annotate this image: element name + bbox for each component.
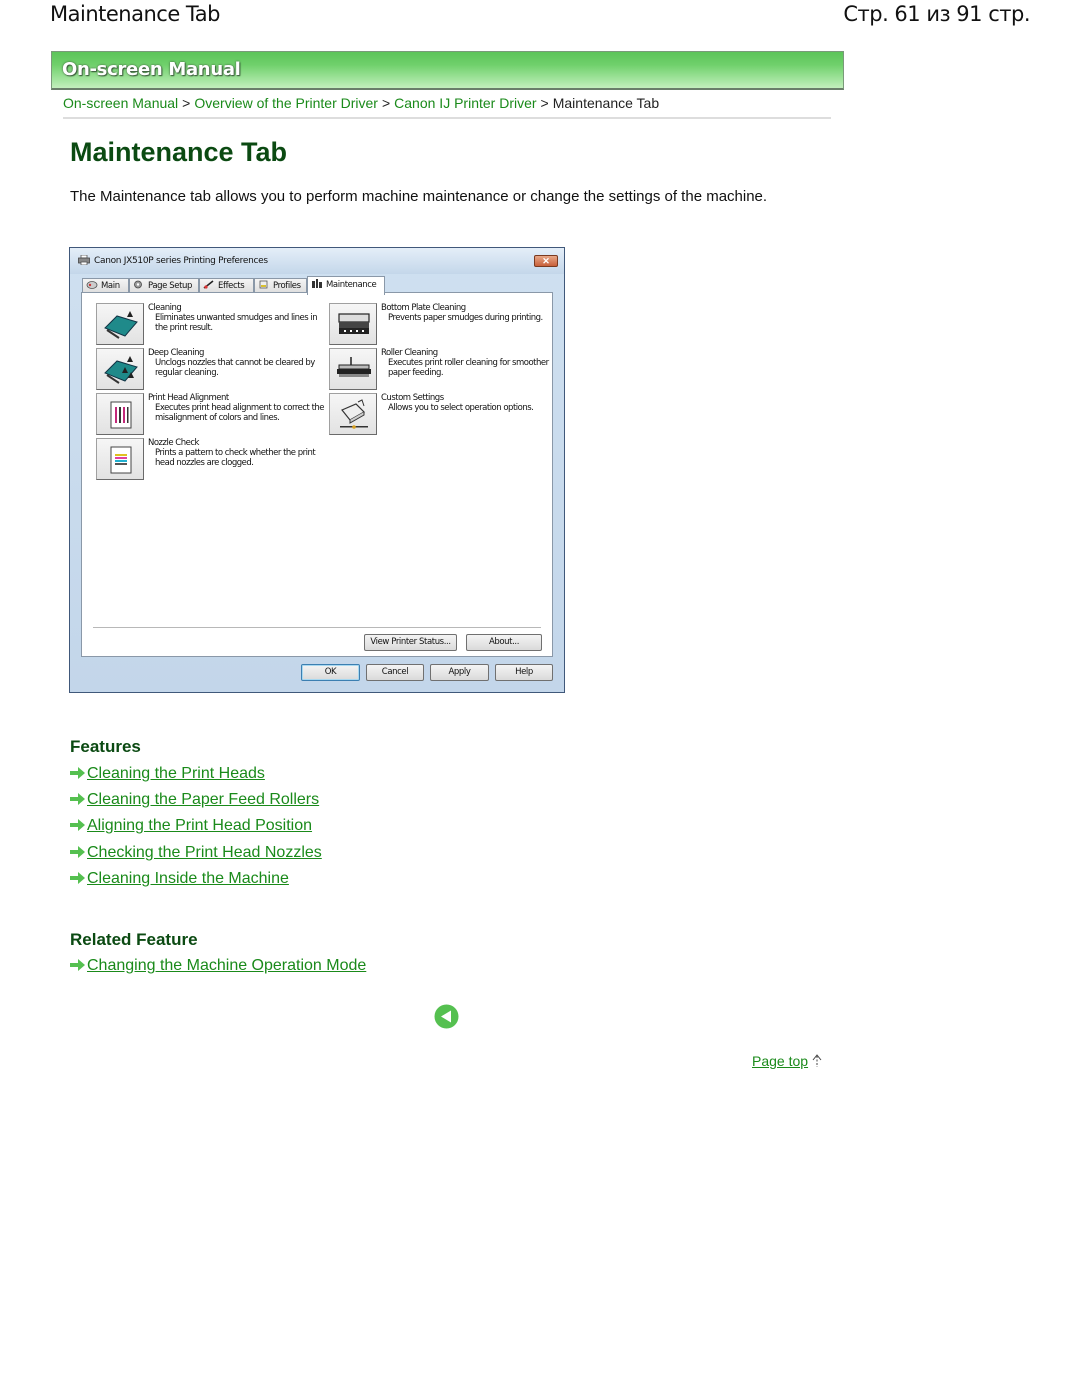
deep-cleaning-icon — [104, 356, 138, 384]
document-title: Maintenance Tab — [50, 2, 220, 26]
arrow-right-icon — [70, 793, 85, 805]
close-icon: ✕ — [534, 255, 558, 267]
breadcrumb-separator: > — [182, 95, 191, 111]
print-head-alignment-icon — [110, 401, 132, 429]
item-title: Cleaning — [148, 303, 182, 313]
main-tab-icon — [86, 281, 98, 289]
bottom-plate-cleaning-icon — [338, 313, 370, 334]
nozzle-check-button — [96, 438, 144, 480]
custom-settings-icon — [340, 399, 368, 429]
item-title: Deep Cleaning — [148, 348, 204, 358]
item-description: Eliminates unwanted smudges and lines in… — [155, 313, 318, 333]
printing-preferences-dialog-image: Canon JX510P series Printing Preferences… — [69, 247, 565, 693]
page-title: Maintenance Tab — [70, 137, 288, 167]
tab-maintenance: Maintenance — [307, 276, 385, 295]
help-button: Help — [495, 664, 553, 681]
feature-link[interactable]: Aligning the Print Head Position — [70, 817, 312, 835]
item-description: Executes print head alignment to correct… — [155, 403, 325, 423]
cleaning-button — [96, 303, 144, 345]
printer-icon — [78, 255, 90, 265]
breadcrumb: On-screen Manual > Overview of the Printer… — [63, 95, 659, 111]
breadcrumb-separator: > — [381, 95, 391, 111]
breadcrumb-link-overview[interactable]: Overview of the Printer Driver — [194, 95, 378, 111]
view-printer-status-button: View Printer Status... — [364, 634, 457, 651]
item-description: Allows you to select operation options. — [388, 403, 534, 413]
feature-link[interactable]: Checking the Print Head Nozzles — [70, 844, 322, 862]
feature-link[interactable]: Cleaning the Print Heads — [70, 765, 265, 783]
apply-button: Apply — [430, 664, 489, 681]
feature-link[interactable]: Cleaning Inside the Machine — [70, 870, 289, 888]
arrow-right-icon — [70, 872, 85, 884]
item-description: Unclogs nozzles that cannot be cleared b… — [155, 358, 315, 378]
breadcrumb-separator: > — [540, 95, 549, 111]
related-feature-heading: Related Feature — [70, 930, 198, 949]
about-button: About... — [466, 634, 542, 651]
breadcrumb-link-manual[interactable]: On-screen Manual — [63, 95, 178, 111]
panel-divider — [93, 627, 541, 628]
cancel-button: Cancel — [366, 664, 424, 681]
maintenance-tab-icon — [312, 279, 322, 288]
arrow-right-icon — [70, 959, 85, 971]
print-head-alignment-button — [96, 393, 144, 435]
arrow-up-icon — [812, 1054, 822, 1067]
deep-cleaning-button — [96, 348, 144, 390]
related-link[interactable]: Changing the Machine Operation Mode — [70, 957, 366, 975]
roller-cleaning-icon — [337, 357, 371, 377]
item-title: Bottom Plate Cleaning — [381, 303, 466, 313]
nozzle-check-icon — [110, 446, 132, 474]
custom-settings-button — [329, 393, 377, 435]
profiles-tab-icon — [259, 280, 268, 289]
back-arrow-icon[interactable] — [434, 1004, 459, 1029]
bottom-plate-cleaning-button — [329, 303, 377, 345]
item-title: Custom Settings — [381, 393, 444, 403]
intro-paragraph: The Maintenance tab allows you to perfor… — [70, 188, 768, 205]
page-top-link[interactable]: Page top — [752, 1053, 823, 1069]
item-title: Print Head Alignment — [148, 393, 229, 403]
dialog-titlebar: Canon JX510P series Printing Preferences… — [70, 248, 564, 274]
arrow-right-icon — [70, 846, 85, 858]
item-title: Nozzle Check — [148, 438, 199, 448]
ok-button: OK — [301, 664, 360, 681]
breadcrumb-current: Maintenance Tab — [552, 95, 660, 111]
item-description: Prints a pattern to check whether the pr… — [155, 448, 316, 468]
feature-link[interactable]: Cleaning the Paper Feed Rollers — [70, 791, 319, 809]
arrow-right-icon — [70, 767, 85, 779]
features-heading: Features — [70, 737, 141, 756]
maintenance-panel: Cleaning Eliminates unwanted smudges and… — [81, 292, 553, 657]
item-description: Prevents paper smudges during printing. — [388, 313, 543, 323]
effects-tab-icon — [203, 280, 214, 289]
page-setup-tab-icon — [134, 280, 142, 289]
item-description: Executes print roller cleaning for smoot… — [388, 358, 549, 378]
arrow-right-icon — [70, 819, 85, 831]
cleaning-icon — [104, 311, 138, 339]
banner-title: On-screen Manual — [62, 59, 241, 80]
page-counter: Стр. 61 из 91 стр. — [843, 2, 1030, 26]
dialog-title: Canon JX510P series Printing Preferences — [94, 256, 268, 266]
breadcrumb-divider — [63, 117, 831, 119]
breadcrumb-link-driver[interactable]: Canon IJ Printer Driver — [394, 95, 536, 111]
manual-banner: On-screen Manual — [51, 51, 844, 90]
roller-cleaning-button — [329, 348, 377, 390]
item-title: Roller Cleaning — [381, 348, 438, 358]
